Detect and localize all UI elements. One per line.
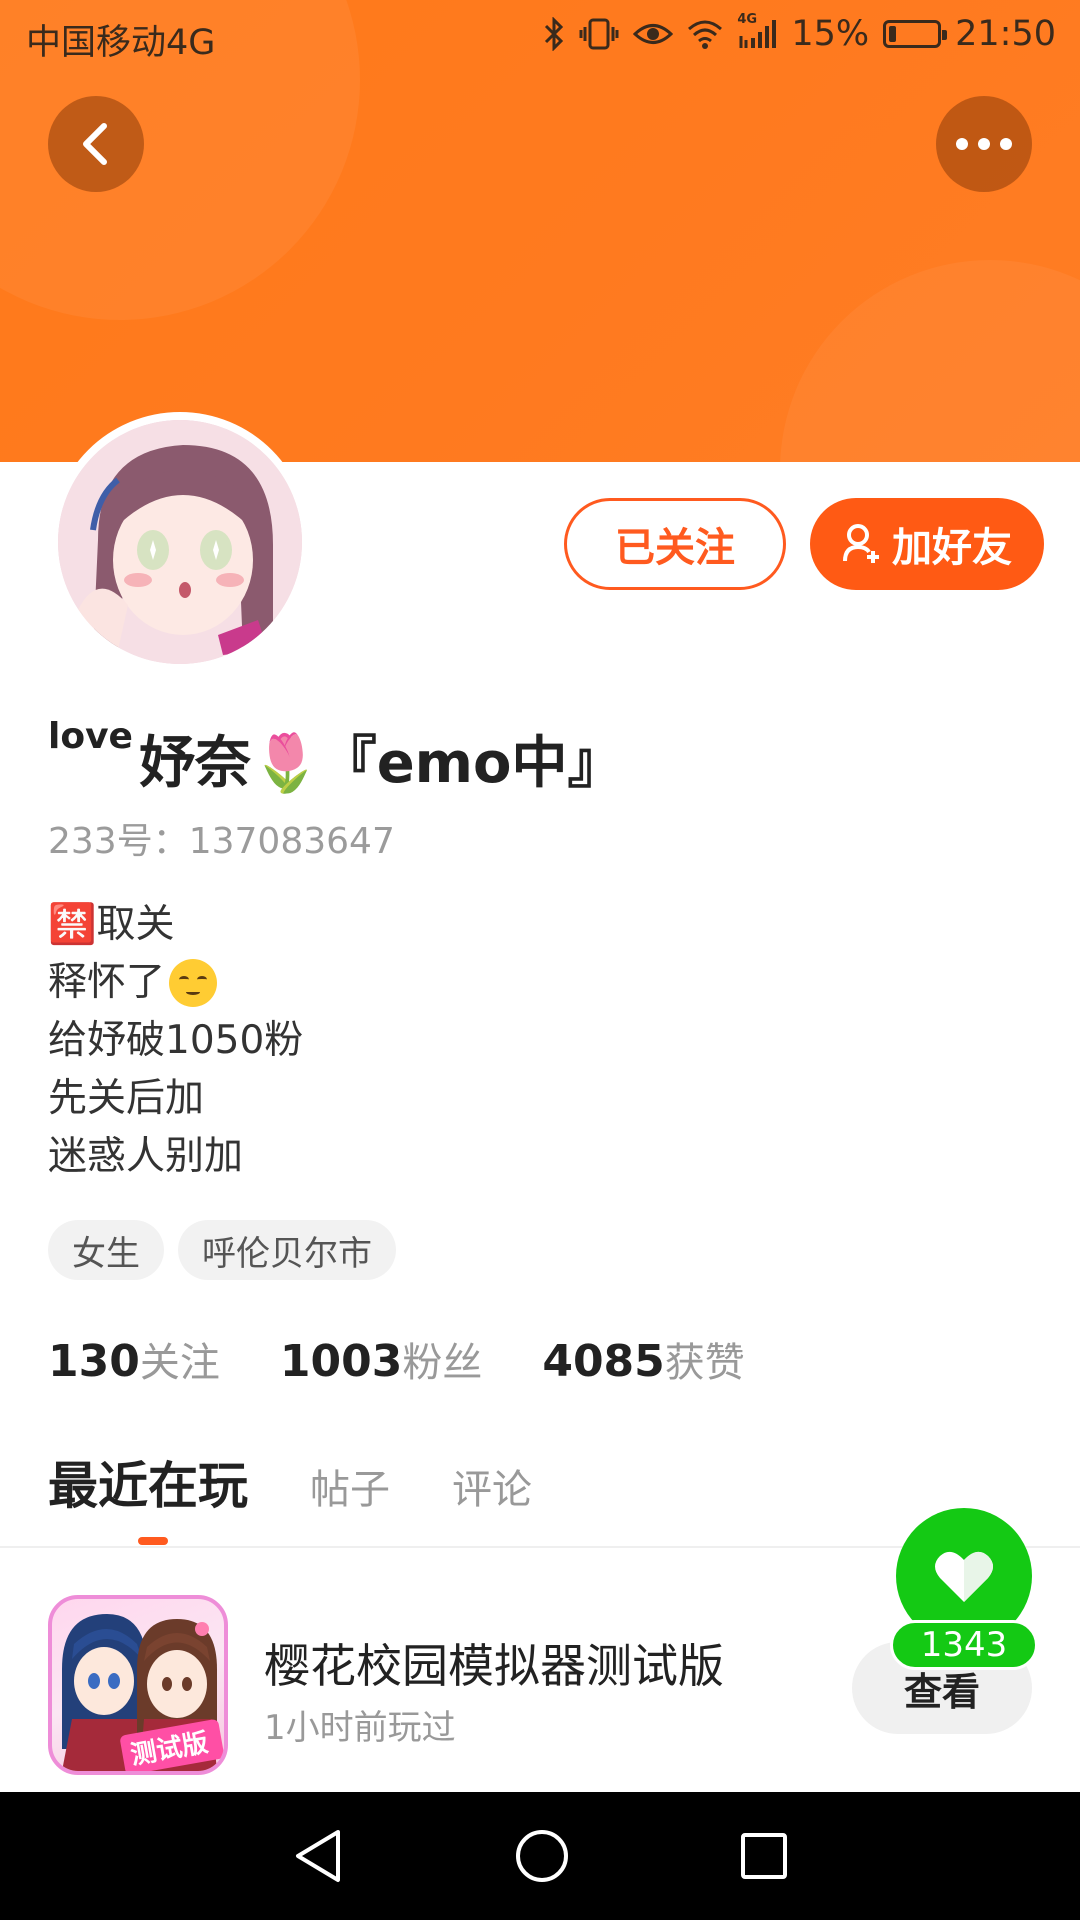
name-main: 妤奈🌷『emo中』 [138, 731, 624, 796]
profile-stats: 130关注 1003粉丝 4085获赞 [48, 1330, 745, 1388]
profile-tags: 女生 呼伦贝尔市 [48, 1220, 396, 1280]
network-type-badge: 4G [737, 12, 758, 27]
heart-icon [935, 1551, 993, 1602]
profile-name: love 妤奈🌷『emo中』 [48, 716, 624, 799]
stat-number: 130 [48, 1336, 140, 1387]
chevron-left-icon [83, 123, 107, 165]
user-id: 233号：137083647 [48, 821, 395, 862]
system-nav-bar [0, 1792, 1080, 1920]
status-bar: 中国移动4G 4G 15% 21:50 [0, 0, 1080, 76]
gender-tag: 女生 [48, 1220, 164, 1280]
more-options-button[interactable] [936, 96, 1032, 192]
active-tab-indicator [138, 1537, 168, 1545]
wifi-icon [687, 19, 723, 49]
stat-number: 4085 [542, 1336, 665, 1387]
bio-line-text: 释怀了 [48, 960, 166, 1005]
add-friend-button[interactable]: 加好友 [810, 498, 1044, 590]
battery-percent: 15% [791, 14, 870, 54]
stat-fans[interactable]: 1003粉丝 [280, 1330, 482, 1388]
more-dots-icon [956, 138, 1012, 150]
status-icons: 4G 15% 21:50 [543, 12, 1056, 54]
tab-comments[interactable]: 评论 [452, 1457, 532, 1515]
banner-decoration [780, 260, 1080, 462]
stat-label: 获赞 [664, 1340, 745, 1386]
signal-icon: 4G [737, 12, 777, 50]
add-user-icon [843, 524, 879, 563]
home-circle-icon[interactable] [514, 1828, 570, 1884]
battery-icon [883, 20, 948, 48]
bio-line: 迷惑人别加 [48, 1134, 244, 1179]
back-triangle-icon[interactable] [292, 1828, 344, 1884]
game-icon: 测试版 [48, 1595, 228, 1775]
avatar-image [58, 420, 302, 664]
tab-posts[interactable]: 帖子 [310, 1457, 390, 1515]
back-button[interactable] [48, 96, 144, 192]
stat-label: 关注 [139, 1340, 220, 1386]
avatar[interactable] [50, 412, 310, 672]
relieved-face-icon [169, 959, 218, 1007]
vibrate-icon [579, 17, 619, 51]
eye-icon [633, 19, 674, 49]
game-title: 樱花校园模拟器测试版 [264, 1639, 724, 1693]
bluetooth-icon [543, 17, 565, 51]
carrier-label: 中国移动4G [26, 23, 216, 63]
bio-line: 释怀了 [48, 954, 303, 1012]
name-prefix: love [48, 716, 133, 757]
bio-line: 先关后加 [48, 1076, 205, 1121]
tab-recent-playing[interactable]: 最近在玩 [48, 1446, 248, 1518]
content-tabs: 最近在玩 帖子 评论 [48, 1446, 532, 1518]
game-last-played: 1小时前玩过 [264, 1708, 456, 1748]
clock: 21:50 [955, 14, 1056, 54]
profile-bio: 🈲取关 释怀了 给妤破1050粉 先关后加 迷惑人别加 [48, 896, 303, 1186]
battery-fill [889, 26, 897, 42]
stat-following[interactable]: 130关注 [48, 1330, 220, 1388]
stat-likes[interactable]: 4085获赞 [542, 1330, 744, 1388]
like-count: 1343 [890, 1620, 1038, 1670]
stat-number: 1003 [279, 1336, 403, 1387]
recents-square-icon[interactable] [740, 1832, 788, 1880]
add-friend-label: 加好友 [892, 525, 1012, 571]
followed-button[interactable]: 已关注 [564, 498, 786, 590]
stat-label: 粉丝 [402, 1340, 483, 1386]
bio-line: 🈲取关 [48, 902, 175, 947]
location-tag: 呼伦贝尔市 [178, 1220, 396, 1280]
bio-line: 给妤破1050粉 [48, 1018, 304, 1063]
